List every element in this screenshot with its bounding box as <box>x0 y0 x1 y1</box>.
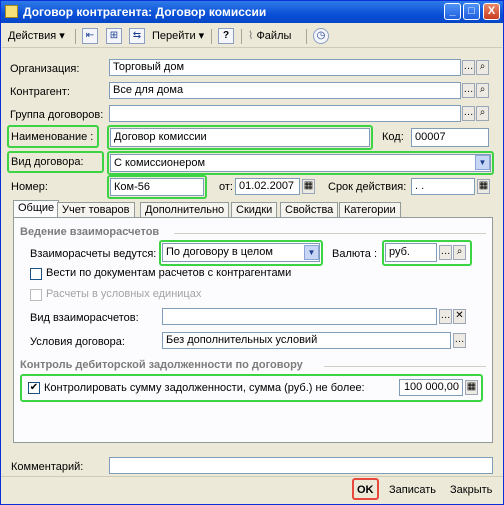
settle-kind-label: Вид взаиморасчетов: <box>30 312 139 324</box>
maximize-button[interactable]: □ <box>463 3 480 20</box>
term-field[interactable]: . . <box>411 178 475 195</box>
org-select-button[interactable]: … <box>462 60 475 75</box>
close-window-button[interactable]: X <box>483 3 500 20</box>
toolbar-separator <box>211 29 212 44</box>
conditions-label: Условия договора: <box>30 336 125 348</box>
conv-units-label: Расчеты в условных единицах <box>46 288 202 300</box>
search-icon: ⌕ <box>479 61 486 72</box>
goto-menu[interactable]: Перейти ▾ <box>152 27 204 45</box>
toolbar-separator <box>241 29 242 44</box>
chevron-down-icon: ▾ <box>59 30 65 42</box>
post-icon[interactable]: ⇤ <box>82 28 98 44</box>
code-field[interactable]: 00007 <box>411 128 489 147</box>
group-label: Группа договоров: <box>10 109 104 121</box>
chevron-down-icon: ▾ <box>198 30 205 42</box>
clock-icon[interactable]: ◷ <box>313 28 329 44</box>
search-icon: ⌕ <box>479 84 486 95</box>
currency-open-button[interactable]: ⌕ <box>453 245 466 260</box>
tab-additional[interactable]: Дополнительно <box>140 202 230 218</box>
group-field[interactable] <box>109 105 461 122</box>
debt-control-checkbox[interactable]: ✔ <box>28 382 40 394</box>
calendar-icon[interactable]: ▦ <box>477 179 490 194</box>
code-label: Код: <box>382 131 404 143</box>
name-label: Наименование : <box>11 131 94 143</box>
conditions-field[interactable]: Без дополнительных условий <box>162 332 451 349</box>
structure-icon[interactable]: ⊞ <box>106 28 122 44</box>
toolbar: Действия ▾ ⇤ ⊞ ⇆ Перейти ▾ ? ⌇ Файлы ◷ <box>2 25 502 48</box>
debt-amount-field[interactable]: 100 000,00 <box>399 379 463 396</box>
contractor-open-button[interactable]: ⌕ <box>476 83 489 98</box>
contractor-label: Контрагент: <box>10 86 70 98</box>
settlements-select[interactable]: По договору в целом <box>162 243 320 262</box>
term-label: Срок действия: <box>328 181 407 193</box>
currency-label: Валюта : <box>332 248 378 260</box>
actions-label: Действия <box>8 30 57 42</box>
tab-panel-general: Ведение взаиморасчетов Взаиморасчеты вед… <box>13 217 493 443</box>
save-button[interactable]: Записать <box>389 481 436 499</box>
goto-icon[interactable]: ⇆ <box>129 28 145 44</box>
section-divider <box>324 366 486 367</box>
conv-units-checkbox[interactable] <box>30 289 42 301</box>
group-select-button[interactable]: … <box>462 106 475 121</box>
date-label: от: <box>219 181 233 193</box>
debt-control-label: Контролировать сумму задолженности, сумм… <box>44 382 365 394</box>
comment-field[interactable] <box>109 457 493 474</box>
app-icon <box>5 5 18 18</box>
section-divider <box>174 233 486 234</box>
contract-window: Договор контрагента: Договор комиссии _ … <box>0 0 504 505</box>
calendar-icon[interactable]: ▦ <box>302 179 315 194</box>
settle-kind-select-button[interactable]: … <box>439 309 452 324</box>
settle-kind-field[interactable] <box>162 308 437 325</box>
org-field[interactable]: Торговый дом <box>109 59 461 76</box>
org-open-button[interactable]: ⌕ <box>476 60 489 75</box>
clear-icon[interactable]: ✕ <box>453 309 466 324</box>
comment-label: Комментарий: <box>11 461 84 473</box>
currency-select-button[interactable]: … <box>439 245 452 260</box>
calculator-icon[interactable]: ▦ <box>465 380 478 395</box>
date-field[interactable]: 01.02.2007 <box>235 178 300 195</box>
number-label: Номер: <box>11 181 48 193</box>
search-icon: ⌕ <box>479 107 486 118</box>
chevron-down-icon[interactable]: ▼ <box>304 245 319 260</box>
org-label: Организация: <box>10 63 80 75</box>
kind-label: Вид договора: <box>11 156 84 168</box>
name-field[interactable]: Договор комиссии <box>110 128 370 147</box>
debt-section-title: Контроль дебиторской задолженности по до… <box>20 359 303 371</box>
footer-divider <box>1 476 503 477</box>
paperclip-icon: ⌇ <box>248 30 254 42</box>
toolbar-separator <box>306 29 307 44</box>
tab-discounts[interactable]: Скидки <box>231 202 278 218</box>
files-label: Файлы <box>256 30 292 42</box>
currency-field[interactable]: руб. <box>385 243 437 262</box>
settlements-label: Взаиморасчеты ведутся: <box>30 248 157 260</box>
actions-menu[interactable]: Действия ▾ <box>8 27 65 45</box>
search-icon: ⌕ <box>456 246 463 257</box>
files-button[interactable]: ⌇ Файлы <box>248 27 291 45</box>
contractor-field[interactable]: Все для дома <box>109 82 461 99</box>
by-docs-checkbox[interactable] <box>30 268 42 280</box>
tab-goods-accounting[interactable]: Учет товаров <box>57 202 135 218</box>
tab-categories[interactable]: Категории <box>339 202 401 218</box>
group-open-button[interactable]: ⌕ <box>476 106 489 121</box>
goto-label: Перейти <box>152 30 196 42</box>
tab-properties[interactable]: Свойства <box>280 202 339 218</box>
number-field[interactable]: Ком-56 <box>110 178 204 196</box>
chevron-down-icon[interactable]: ▼ <box>475 155 490 170</box>
kind-select[interactable]: С комиссионером <box>110 154 491 172</box>
title-bar[interactable]: Договор контрагента: Договор комиссии _ … <box>1 1 503 23</box>
close-button[interactable]: Закрыть <box>450 481 492 499</box>
by-docs-label: Вести по документам расчетов с контраген… <box>46 267 292 279</box>
contractor-select-button[interactable]: … <box>462 83 475 98</box>
conditions-select-button[interactable]: … <box>453 333 466 348</box>
minimize-button[interactable]: _ <box>444 3 461 20</box>
window-title: Договор контрагента: Договор комиссии <box>23 5 267 19</box>
help-button[interactable]: ? <box>218 28 234 44</box>
settlements-section-title: Ведение взаиморасчетов <box>20 226 160 238</box>
toolbar-separator <box>75 29 76 44</box>
ok-button[interactable]: OK <box>357 481 374 499</box>
